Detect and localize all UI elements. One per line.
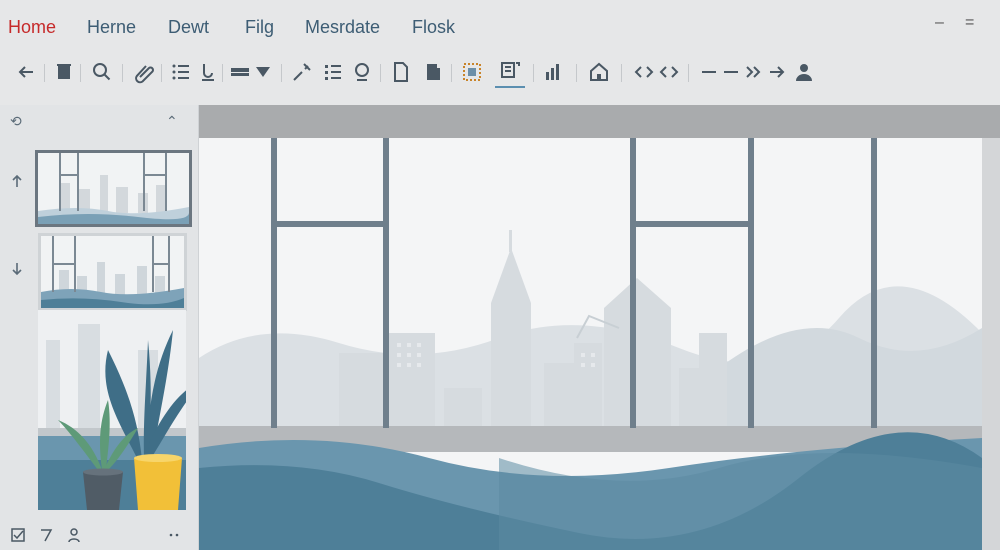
menu-filg[interactable]: Filg (245, 16, 274, 38)
minimize-button[interactable]: – (935, 14, 944, 32)
toolbar-divider (122, 64, 123, 82)
home-icon[interactable] (587, 60, 611, 84)
check-box-icon[interactable] (10, 527, 26, 546)
toolbar-divider (222, 64, 223, 82)
page-icon[interactable] (389, 60, 413, 84)
user-icon[interactable] (792, 60, 816, 84)
toolbar-divider (44, 64, 45, 82)
toolbar-divider (576, 64, 577, 82)
more-icon[interactable] (166, 527, 182, 546)
slide-canvas[interactable] (199, 105, 1000, 550)
menu-dewt[interactable]: Dewt (168, 16, 209, 38)
code-right-icon[interactable] (657, 60, 681, 84)
slide-panel: ⟲ ⌃ (0, 105, 199, 550)
toolbar-divider (621, 64, 622, 82)
layout-icon[interactable] (228, 60, 252, 84)
toolbar (0, 54, 1000, 94)
text-format-icon[interactable] (196, 60, 220, 84)
dash-icon[interactable] (719, 60, 743, 84)
slide-thumbnail-1[interactable] (35, 150, 192, 227)
arrow-up-icon[interactable] (10, 173, 24, 192)
toolbar-divider (451, 64, 452, 82)
toolbar-divider (80, 64, 81, 82)
vertical-scrollbar[interactable] (982, 138, 1000, 550)
crop-icon[interactable] (495, 58, 525, 88)
trash-icon[interactable] (52, 60, 76, 84)
arrow-right-icon[interactable] (765, 60, 789, 84)
toolbar-divider (161, 64, 162, 82)
menu-herne[interactable]: Herne (87, 16, 136, 38)
forward-double-icon[interactable] (742, 60, 766, 84)
code-left-icon[interactable] (632, 60, 656, 84)
toolbar-divider (688, 64, 689, 82)
dash-icon[interactable] (697, 60, 721, 84)
chart-icon[interactable] (541, 60, 565, 84)
app-window: Home Herne Dewt Filg Mesrdate Flosk – = (0, 0, 1000, 550)
chevron-up-icon[interactable]: ⌃ (166, 113, 178, 130)
arrow-down-icon[interactable] (10, 261, 24, 280)
menu-home[interactable]: Home (8, 16, 56, 38)
menu-flosk[interactable]: Flosk (412, 16, 455, 38)
shape-icon[interactable] (350, 60, 374, 84)
bookmark-icon[interactable] (421, 60, 445, 84)
slide-thumbnail-2[interactable] (38, 233, 187, 311)
tools-icon[interactable] (290, 60, 314, 84)
dropdown-triangle-icon[interactable] (251, 60, 275, 84)
canvas-top-bar (199, 105, 1000, 138)
toolbar-divider (533, 64, 534, 82)
attach-icon[interactable] (133, 60, 157, 84)
bullet-list-icon[interactable] (169, 60, 193, 84)
menu-mesrdate[interactable]: Mesrdate (305, 16, 380, 38)
refresh-icon[interactable]: ⟲ (10, 113, 22, 130)
menu-bar: Home Herne Dewt Filg Mesrdate Flosk – = (0, 0, 1000, 54)
window-menu-button[interactable]: = (965, 14, 974, 32)
slide-thumbnail-3[interactable] (38, 310, 186, 510)
person-icon[interactable] (66, 527, 82, 546)
search-icon[interactable] (90, 60, 114, 84)
slide-illustration (199, 138, 982, 550)
toolbar-divider (380, 64, 381, 82)
toolbar-divider (281, 64, 282, 82)
image-select-icon[interactable] (460, 60, 484, 84)
seven-icon[interactable] (38, 527, 54, 546)
back-arrow-icon[interactable] (14, 60, 38, 84)
numbered-list-icon[interactable] (321, 60, 345, 84)
